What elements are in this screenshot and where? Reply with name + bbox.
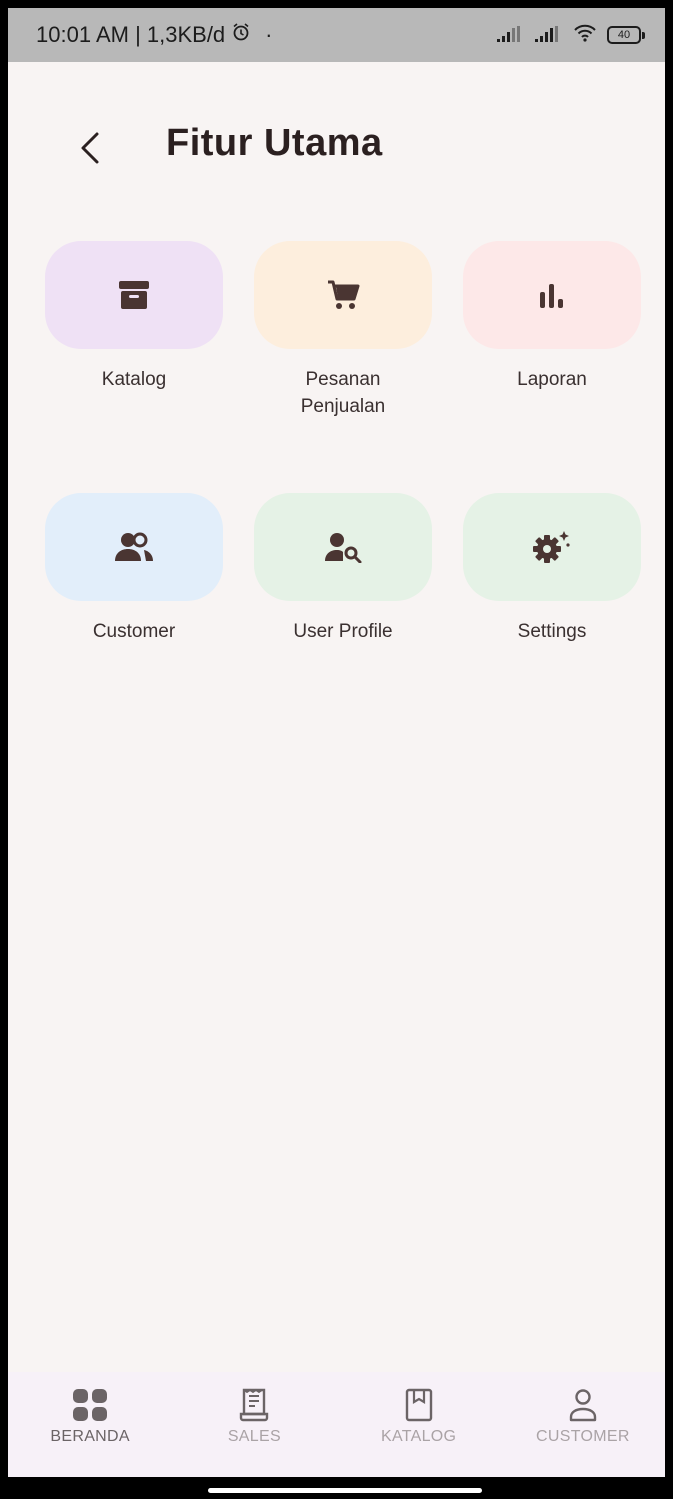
- chevron-left-icon: [81, 132, 99, 164]
- feature-icon-box: [45, 493, 223, 601]
- feature-customer[interactable]: Customer: [45, 493, 223, 745]
- nav-label: BERANDA: [50, 1428, 130, 1445]
- alarm-icon: [231, 22, 251, 48]
- signal-icon: [497, 22, 525, 48]
- nav-sales[interactable]: SALES: [172, 1372, 336, 1477]
- feature-label: Customer: [92, 621, 176, 642]
- feature-label: Katalog: [101, 369, 167, 390]
- feature-icon-box: [254, 241, 432, 349]
- back-button[interactable]: [64, 118, 116, 178]
- feature-icon-box: [45, 241, 223, 349]
- feature-pesanan-penjualan[interactable]: Pesanan Penjualan: [254, 241, 432, 493]
- nav-beranda[interactable]: BERANDA: [8, 1372, 172, 1477]
- bar-chart-icon: [540, 284, 563, 308]
- receipt-icon: [240, 1388, 269, 1422]
- grid-icon: [73, 1389, 108, 1421]
- page-title: Fitur Utama: [166, 122, 383, 164]
- person-outline-icon: [569, 1389, 597, 1422]
- person-search-icon: [325, 533, 362, 563]
- status-left: 10:01 AM | 1,3KB/d ·: [36, 22, 273, 48]
- feature-label-text: Pesanan Penjualan: [300, 369, 386, 417]
- feature-icon-box: [254, 493, 432, 601]
- feature-label: User Profile: [293, 621, 393, 642]
- archive-box-icon: [119, 281, 149, 309]
- feature-user-profile[interactable]: User Profile: [254, 493, 432, 745]
- gear-sparkle-icon: [533, 531, 570, 563]
- shopping-cart-icon: [328, 280, 360, 309]
- feature-icon-box: [463, 493, 641, 601]
- status-dot: ·: [265, 22, 273, 47]
- app-screen: 10:01 AM | 1,3KB/d · 40 Fitur Utama Kata…: [8, 8, 665, 1477]
- people-icon: [115, 532, 153, 561]
- feature-label: Settings: [517, 621, 587, 642]
- nav-customer[interactable]: CUSTOMER: [501, 1372, 665, 1477]
- status-bar: 10:01 AM | 1,3KB/d · 40: [8, 8, 665, 62]
- nav-label: SALES: [227, 1428, 281, 1445]
- wifi-icon: [573, 22, 597, 48]
- feature-label: Laporan: [517, 369, 587, 390]
- nav-katalog[interactable]: KATALOG: [337, 1372, 501, 1477]
- feature-laporan[interactable]: Laporan: [463, 241, 641, 493]
- feature-grid: Katalog Pesanan Penjualan Laporan Custom…: [45, 241, 642, 745]
- bottom-navigation: BERANDA SALES KATALOG CUSTOMER: [8, 1372, 665, 1477]
- feature-katalog[interactable]: Katalog: [45, 241, 223, 493]
- nav-label: KATALOG: [380, 1428, 457, 1445]
- page-header: Fitur Utama: [8, 108, 665, 188]
- home-indicator[interactable]: [208, 1488, 482, 1493]
- feature-label: Pesanan Penjualan: [268, 367, 418, 420]
- signal-icon-2: [535, 22, 563, 48]
- nav-label: CUSTOMER: [536, 1428, 630, 1445]
- status-right: 40: [497, 22, 645, 48]
- battery-icon: 40: [607, 26, 645, 44]
- feature-icon-box: [463, 241, 641, 349]
- feature-settings[interactable]: Settings: [463, 493, 641, 745]
- book-icon: [405, 1388, 432, 1422]
- status-time: 10:01 AM | 1,3KB/d: [36, 22, 226, 47]
